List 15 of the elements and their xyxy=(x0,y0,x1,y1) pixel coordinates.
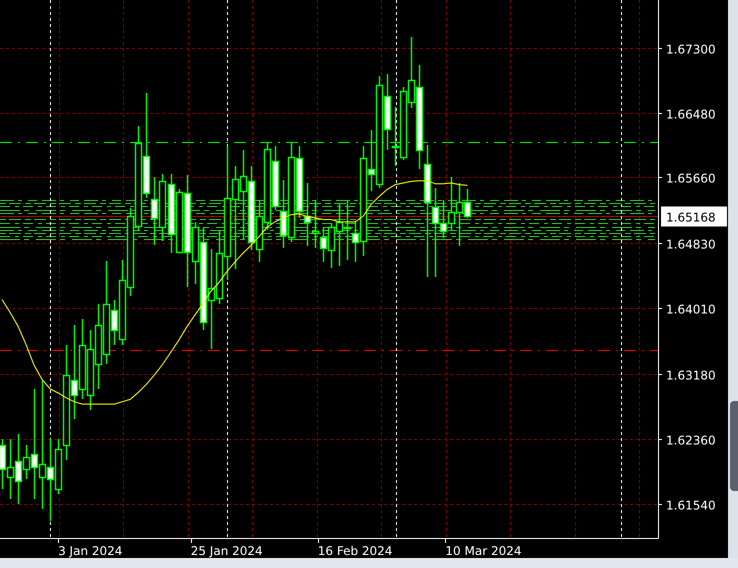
price-axis-label: 1.61540 xyxy=(666,498,716,512)
price-axis-label: 1.66480 xyxy=(666,108,716,122)
date-axis-label: 25 Jan 2024 xyxy=(190,544,263,558)
date-axis-label: 10 Mar 2024 xyxy=(445,544,522,558)
price-axis-label: 1.65660 xyxy=(666,172,716,186)
scrollbar[interactable] xyxy=(728,0,738,558)
price-axis-label: 1.64010 xyxy=(666,302,716,316)
price-axis-label: 1.64830 xyxy=(666,238,716,252)
price-axis-label: 1.63180 xyxy=(666,368,716,382)
date-axis-label: 16 Feb 2024 xyxy=(318,544,392,558)
date-axis-label: 3 Jan 2024 xyxy=(58,544,122,558)
price-axis-label: 1.62360 xyxy=(666,434,716,448)
scrollbar-thumb[interactable] xyxy=(730,401,738,491)
current-price-tag: 1.65168 xyxy=(661,206,727,226)
price-axis-label: 1.67300 xyxy=(666,42,716,56)
